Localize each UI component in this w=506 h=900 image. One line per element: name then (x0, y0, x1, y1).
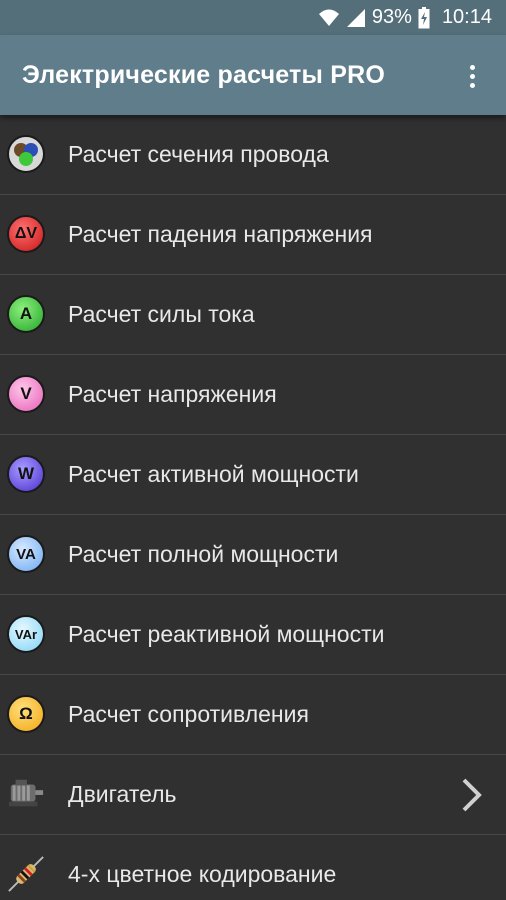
resistance-icon: Ω (7, 695, 45, 733)
list-item-voltage[interactable]: V Расчет напряжения (0, 355, 506, 435)
list-item-reactive-power[interactable]: VAr Расчет реактивной мощности (0, 595, 506, 675)
chevron-right-icon (462, 778, 482, 812)
list-item-label: Расчет напряжения (68, 381, 277, 407)
status-bar: 93% 10:14 (0, 0, 506, 35)
list-item-color-code[interactable]: 4-х цветное кодирование (0, 835, 506, 900)
calculation-list: Расчет сечения провода ΔV Расчет падения… (0, 115, 506, 900)
current-icon: A (7, 295, 45, 333)
list-item-label: Расчет падения напряжения (68, 221, 373, 247)
list-item-current[interactable]: A Расчет силы тока (0, 275, 506, 355)
list-item-voltage-drop[interactable]: ΔV Расчет падения напряжения (0, 195, 506, 275)
app-title: Электрические расчеты PRO (22, 60, 385, 89)
voltage-icon: V (7, 375, 45, 413)
reactive-power-icon: VAr (7, 615, 45, 653)
wire-section-icon (7, 135, 45, 173)
list-item-label: Расчет полной мощности (68, 541, 339, 567)
list-item-label: Расчет сопротивления (68, 701, 309, 727)
voltage-drop-icon: ΔV (7, 215, 45, 253)
clock: 10:14 (441, 6, 492, 28)
app-bar: Электрические расчеты PRO (0, 35, 506, 115)
active-power-icon: W (7, 455, 45, 493)
list-item-active-power[interactable]: W Расчет активной мощности (0, 435, 506, 515)
list-item-resistance[interactable]: Ω Расчет сопротивления (0, 675, 506, 755)
list-item-label: Расчет активной мощности (68, 461, 359, 487)
list-item-wire-section[interactable]: Расчет сечения провода (0, 115, 506, 195)
battery-icon (418, 6, 430, 29)
list-item-label: Расчет реактивной мощности (68, 621, 385, 647)
battery-percent: 93% (371, 6, 412, 28)
list-item-label: Расчет сечения провода (68, 141, 329, 167)
list-item-motor[interactable]: Двигатель (0, 755, 506, 835)
wifi-icon (318, 8, 340, 28)
list-item-label: 4-х цветное кодирование (68, 861, 337, 887)
resistor-color-code-icon (7, 855, 45, 893)
signal-icon (346, 8, 366, 28)
motor-icon (7, 775, 45, 813)
list-item-apparent-power[interactable]: VA Расчет полной мощности (0, 515, 506, 595)
apparent-power-icon: VA (7, 535, 45, 573)
list-item-label: Расчет силы тока (68, 301, 255, 327)
list-item-label: Двигатель (68, 781, 177, 807)
more-vert-icon[interactable] (460, 61, 484, 91)
